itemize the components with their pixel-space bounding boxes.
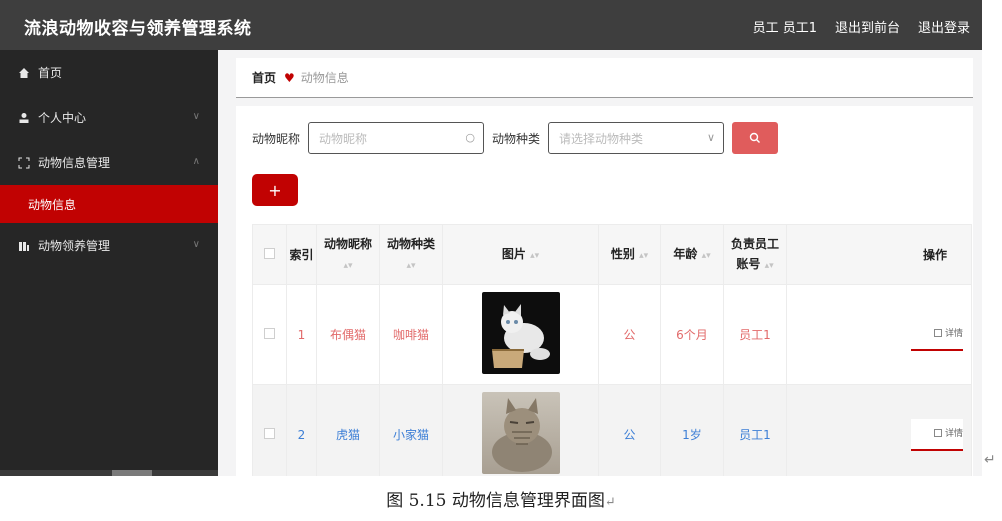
sidebar-item-animal-info-mgmt[interactable]: 动物信息管理 ∧	[0, 140, 218, 185]
sort-icon[interactable]: ▴▾	[343, 261, 352, 271]
user-icon	[18, 112, 30, 124]
screenshot: 流浪动物收容与领养管理系统 员工 员工1 退出到前台 退出登录 首页 个人中心 …	[0, 0, 982, 476]
scrollbar-thumb[interactable]	[112, 470, 152, 476]
checkbox[interactable]	[264, 327, 275, 339]
home-icon	[18, 67, 30, 79]
cell-staff: 员工1	[723, 384, 787, 476]
name-filter-label: 动物昵称	[252, 131, 301, 146]
chevron-up-icon: ∧	[192, 156, 200, 167]
table-row: 2 虎猫 小家猫 公 1岁 员工1 详情	[252, 384, 972, 476]
column-image[interactable]: 图片 ▴▾	[442, 224, 599, 285]
column-staff[interactable]: 负责员工 账号 ▴▾	[723, 224, 787, 285]
type-select[interactable]: 请选择动物种类 ∨	[548, 122, 725, 154]
cell-gender: 公	[598, 284, 661, 385]
app-title: 流浪动物收容与领养管理系统	[24, 19, 252, 39]
current-user[interactable]: 员工 员工1	[753, 17, 817, 36]
column-actions: 操作	[786, 224, 972, 285]
cell-actions: 详情	[786, 284, 972, 385]
column-index: 索引	[286, 224, 317, 285]
type-filter-label: 动物种类	[492, 131, 541, 146]
chevron-down-icon: ∨	[706, 131, 716, 144]
checkbox[interactable]	[264, 247, 275, 259]
breadcrumb-home[interactable]: 首页	[252, 69, 276, 86]
animal-table: 索引 动物昵称 ▴▾ 动物种类 ▴▾ 图片 ▴▾ 性别 ▴▾ 年龄 ▴▾ 负责员工账…	[252, 224, 972, 476]
column-gender[interactable]: 性别 ▴▾	[598, 224, 661, 285]
sidebar-item-label: 动物领养管理	[38, 239, 111, 253]
sidebar-item-label: 个人中心	[38, 111, 87, 125]
figure-caption: 图 5.15 动物信息管理界面图↵	[386, 491, 616, 511]
sidebar-item-adoption-mgmt[interactable]: 动物领养管理 ∨	[0, 223, 218, 268]
top-links: 员工 员工1 退出到前台 退出登录	[753, 17, 970, 36]
horizontal-scrollbar[interactable]	[0, 470, 218, 476]
search-icon: ○	[465, 131, 476, 144]
name-search-input[interactable]: 动物昵称 ○	[308, 122, 485, 154]
sort-icon[interactable]: ▴▾	[702, 251, 711, 261]
heart-icon: ♥	[284, 70, 295, 85]
sidebar-item-label: 首页	[38, 66, 63, 80]
document-icon	[933, 428, 942, 437]
breadcrumb: 首页 ♥ 动物信息	[236, 58, 973, 98]
sort-icon[interactable]: ▴▾	[639, 251, 648, 261]
add-button[interactable]: +	[252, 174, 298, 206]
logout-link[interactable]: 退出登录	[918, 17, 970, 36]
main-content: 首页 ♥ 动物信息 动物昵称 动物昵称 ○ 动物种类 请选择动物种类 ∨ + 索…	[218, 50, 982, 476]
sort-icon[interactable]: ▴▾	[765, 261, 774, 271]
cell-age: 6个月	[660, 284, 724, 385]
exit-to-frontend-link[interactable]: 退出到前台	[835, 17, 900, 36]
sidebar-item-profile[interactable]: 个人中心 ∨	[0, 95, 218, 140]
row-checkbox-cell[interactable]	[252, 384, 287, 476]
cell-age: 1岁	[660, 384, 724, 476]
column-age[interactable]: 年龄 ▴▾	[660, 224, 724, 285]
cell-name: 布偶猫	[316, 284, 380, 385]
cell-image	[442, 284, 599, 385]
animal-photo	[481, 292, 560, 374]
cell-type: 小家猫	[379, 384, 443, 476]
table-header-row: 索引 动物昵称 ▴▾ 动物种类 ▴▾ 图片 ▴▾ 性别 ▴▾ 年龄 ▴▾ 负责员工账…	[252, 224, 972, 285]
chevron-down-icon: ∨	[192, 239, 200, 250]
column-type[interactable]: 动物种类 ▴▾	[379, 224, 443, 285]
sidebar: 首页 个人中心 ∨ 动物信息管理 ∧ 动物信息 动物领养管理 ∨	[0, 50, 218, 476]
row-checkbox-cell[interactable]	[252, 284, 287, 385]
checkbox[interactable]	[264, 427, 275, 439]
select-all-checkbox-cell[interactable]	[252, 224, 287, 285]
cell-name: 虎猫	[316, 384, 380, 476]
sort-icon[interactable]: ▴▾	[530, 251, 539, 261]
cell-staff: 员工1	[723, 284, 787, 385]
document-icon	[933, 328, 942, 337]
bars-icon	[18, 240, 30, 252]
chevron-down-icon: ∨	[192, 111, 200, 122]
return-mark: ↵	[984, 452, 996, 468]
table-row: 1 布偶猫 咖啡猫 公 6个月 员工1 详情	[252, 284, 972, 385]
cell-gender: 公	[598, 384, 661, 476]
sidebar-subitem-animal-info[interactable]: 动物信息	[0, 185, 218, 223]
search-icon	[749, 132, 761, 143]
search-bar: 动物昵称 动物昵称 ○ 动物种类 请选择动物种类 ∨	[252, 122, 779, 154]
animal-photo	[481, 392, 560, 474]
cell-index: 1	[286, 284, 317, 385]
cell-actions: 详情	[786, 384, 972, 476]
cell-image	[442, 384, 599, 476]
frame-icon	[18, 157, 30, 169]
detail-button[interactable]: 详情	[911, 418, 963, 451]
column-name[interactable]: 动物昵称 ▴▾	[316, 224, 380, 285]
cell-type: 咖啡猫	[379, 284, 443, 385]
top-bar: 流浪动物收容与领养管理系统 员工 员工1 退出到前台 退出登录	[0, 0, 982, 50]
sidebar-item-label: 动物信息管理	[38, 156, 111, 170]
content-panel: 动物昵称 动物昵称 ○ 动物种类 请选择动物种类 ∨ + 索引 动物昵称 ▴▾ …	[236, 106, 973, 476]
search-button[interactable]	[732, 122, 779, 154]
breadcrumb-current: 动物信息	[300, 71, 349, 85]
detail-button[interactable]: 详情	[911, 318, 963, 351]
cell-index: 2	[286, 384, 317, 476]
sidebar-item-home[interactable]: 首页	[0, 50, 218, 95]
sort-icon[interactable]: ▴▾	[406, 261, 415, 271]
